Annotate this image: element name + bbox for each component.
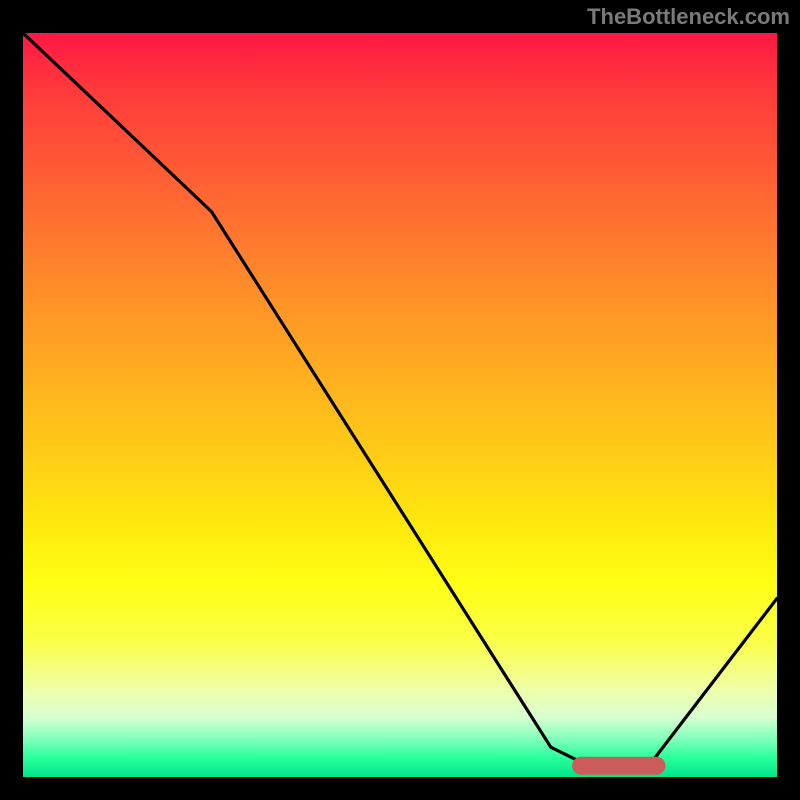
chart-line [23,33,777,766]
watermark-text: TheBottleneck.com [587,4,790,30]
chart-svg [23,33,777,777]
stage: TheBottleneck.com [0,0,800,800]
chart-area [20,30,780,780]
chart-curve-layer [23,33,777,777]
